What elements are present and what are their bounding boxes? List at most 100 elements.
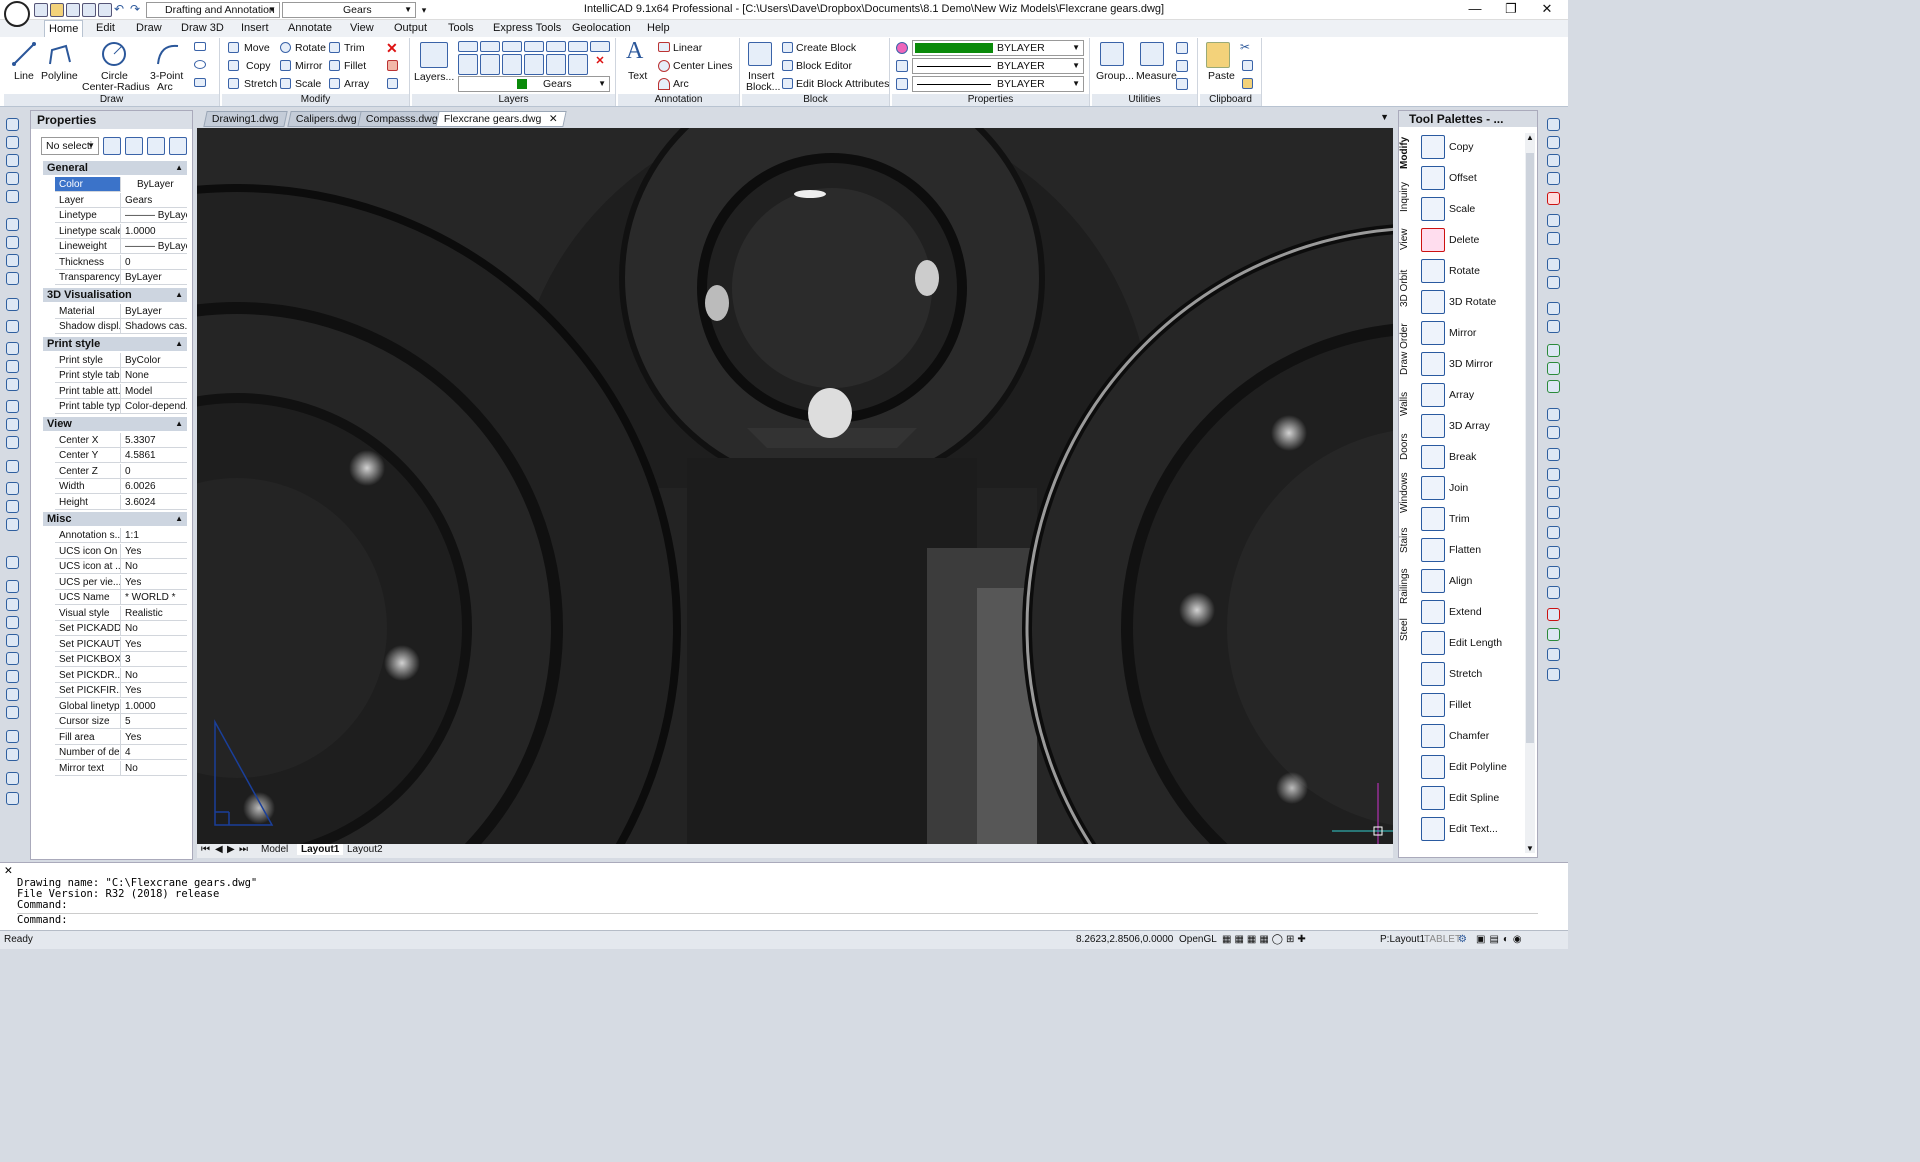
property-row[interactable]: UCS Name * WORLD * (55, 590, 187, 605)
trim-icon[interactable] (329, 42, 340, 53)
polyline-icon[interactable] (6, 172, 19, 185)
array-button[interactable]: Array (344, 78, 369, 90)
palette-item-edit-length[interactable]: Edit Length (1421, 629, 1521, 657)
rotate-button[interactable]: Rotate (295, 42, 326, 54)
property-value[interactable]: None (121, 368, 187, 383)
palette-tab-doors[interactable]: Doors (1399, 429, 1417, 465)
property-row[interactable]: Set PICKFIR... Yes (55, 683, 187, 698)
explode-icon[interactable] (387, 78, 398, 89)
layers-panel-label[interactable]: Layers (412, 94, 615, 106)
property-row[interactable]: Print style ByColor (55, 352, 187, 368)
fillet-button[interactable]: Fillet (344, 60, 366, 72)
property-row[interactable]: Global linetyp...1.0000 (55, 698, 187, 714)
array-icon[interactable] (1547, 302, 1560, 315)
property-row[interactable]: Fill area Yes (55, 729, 187, 745)
property-value[interactable]: Realistic (121, 606, 187, 621)
palette-item-edit-polyline[interactable]: Edit Polyline (1421, 753, 1521, 781)
palette-item-edit-text[interactable]: Edit Text... (1421, 815, 1521, 843)
select-all-icon[interactable] (1176, 60, 1188, 72)
copy-clip-icon[interactable] (1242, 60, 1253, 71)
doc-tab-flexcrane[interactable]: Flexcrane gears.dwg ✕ (435, 111, 567, 127)
next-layout-icon[interactable]: ▶ (227, 844, 235, 855)
scroll-down-icon[interactable]: ▼ (1525, 844, 1535, 853)
doc-tab-calipers[interactable]: Calipers.dwg (287, 111, 366, 127)
collapse-icon[interactable]: ▲ (175, 161, 183, 175)
property-row[interactable]: Visual style Realistic (55, 605, 187, 621)
copy-button[interactable]: Copy (246, 60, 271, 72)
property-category-view[interactable]: View ▲ (43, 416, 187, 431)
property-value[interactable]: ByLayer (121, 270, 187, 285)
scale-icon[interactable] (280, 78, 291, 89)
lineweight-icon[interactable] (896, 78, 908, 90)
tab-view[interactable]: View (346, 20, 378, 37)
property-value[interactable]: No (121, 559, 187, 574)
layer-tool-icon[interactable] (546, 41, 566, 52)
line-icon[interactable] (10, 40, 38, 68)
fillet-icon[interactable] (329, 60, 340, 71)
doc-tab-compasss[interactable]: Compasss.dwg (357, 111, 447, 127)
palette-item-chamfer[interactable]: Chamfer (1421, 722, 1521, 750)
revcloud-icon[interactable] (6, 436, 19, 449)
zoom-minus-icon[interactable] (6, 748, 19, 761)
property-row[interactable]: UCS icon at ... No (55, 559, 187, 574)
property-row[interactable]: Center X 5.3307 (55, 432, 187, 448)
tab-tools[interactable]: Tools (444, 20, 478, 37)
linear-dim-icon[interactable] (658, 42, 670, 52)
property-category-general[interactable]: General ▲ (43, 161, 187, 175)
mirror-icon[interactable] (280, 60, 291, 71)
ellipse-icon[interactable] (194, 60, 206, 69)
flatten-icon[interactable] (1547, 408, 1560, 421)
scale-button[interactable]: Scale (295, 78, 321, 90)
erase-icon[interactable] (387, 60, 398, 71)
palette-item-flatten[interactable]: Flatten (1421, 536, 1521, 564)
property-value[interactable]: Gears (121, 193, 187, 208)
break-icon[interactable] (1547, 344, 1560, 357)
settings-gear-icon[interactable]: ⚙ (1458, 931, 1467, 949)
select-objects-icon[interactable] (125, 137, 143, 155)
delete-icon[interactable]: ✕ (386, 40, 398, 57)
group-icon[interactable] (1100, 42, 1124, 66)
edit-polyline-icon[interactable] (1547, 546, 1560, 559)
zoom-all-icon[interactable] (6, 670, 19, 683)
property-row[interactable]: Thickness 0 (55, 254, 187, 270)
layer-delete-icon[interactable]: ✕ (590, 54, 610, 76)
align-icon[interactable] (1547, 426, 1560, 439)
zoom-plus-icon[interactable] (6, 730, 19, 743)
layer-tool-icon[interactable] (568, 41, 588, 52)
property-value[interactable]: 1:1 (121, 528, 187, 543)
ellipse-icon[interactable] (6, 254, 19, 267)
prev-layout-icon[interactable]: ◀ (215, 844, 223, 855)
property-row[interactable]: Set PICKADD No (55, 621, 187, 636)
utilities-panel-label[interactable]: Utilities (1092, 94, 1197, 106)
zoom-window-icon[interactable] (6, 616, 19, 629)
tab-annotate[interactable]: Annotate (284, 20, 336, 37)
quick-calc-icon[interactable] (1176, 42, 1188, 54)
create-block-icon[interactable] (782, 42, 793, 53)
paste-icon[interactable] (1206, 42, 1230, 68)
centerlines-button[interactable]: Center Lines (673, 60, 733, 72)
property-row[interactable]: Print table att... Model (55, 383, 187, 399)
drawing-viewport[interactable] (197, 128, 1393, 844)
ray-icon[interactable] (6, 154, 19, 167)
palette-tab-steel[interactable]: Steel (1399, 613, 1417, 647)
palette-item-edit-spline[interactable]: Edit Spline (1421, 784, 1521, 812)
move-button[interactable]: Move (244, 42, 270, 54)
render-icon[interactable] (6, 792, 19, 805)
zoom-prev-icon[interactable] (6, 634, 19, 647)
status-layout[interactable]: P:Layout1 (1380, 931, 1425, 949)
collapse-icon[interactable]: ▲ (175, 337, 183, 351)
tab-output[interactable]: Output (390, 20, 431, 37)
stretch-icon[interactable] (228, 78, 239, 89)
palette-item-extend[interactable]: Extend (1421, 598, 1521, 626)
line-button[interactable]: Line (14, 70, 34, 82)
measure-button[interactable]: Measure (1136, 70, 1177, 82)
arc-icon[interactable] (6, 136, 19, 149)
property-row[interactable]: Set PICKBOX 3 (55, 652, 187, 667)
linetype-select[interactable]: BYLAYER ▼ (912, 58, 1084, 74)
layer-tool-icon[interactable] (458, 41, 478, 52)
layer-tool-icon[interactable] (480, 53, 500, 75)
block-panel-label[interactable]: Block (742, 94, 889, 106)
palette-tab-walls[interactable]: Walls (1399, 383, 1417, 425)
mirror2-icon[interactable] (1547, 258, 1560, 271)
quick-select-icon[interactable] (147, 137, 165, 155)
